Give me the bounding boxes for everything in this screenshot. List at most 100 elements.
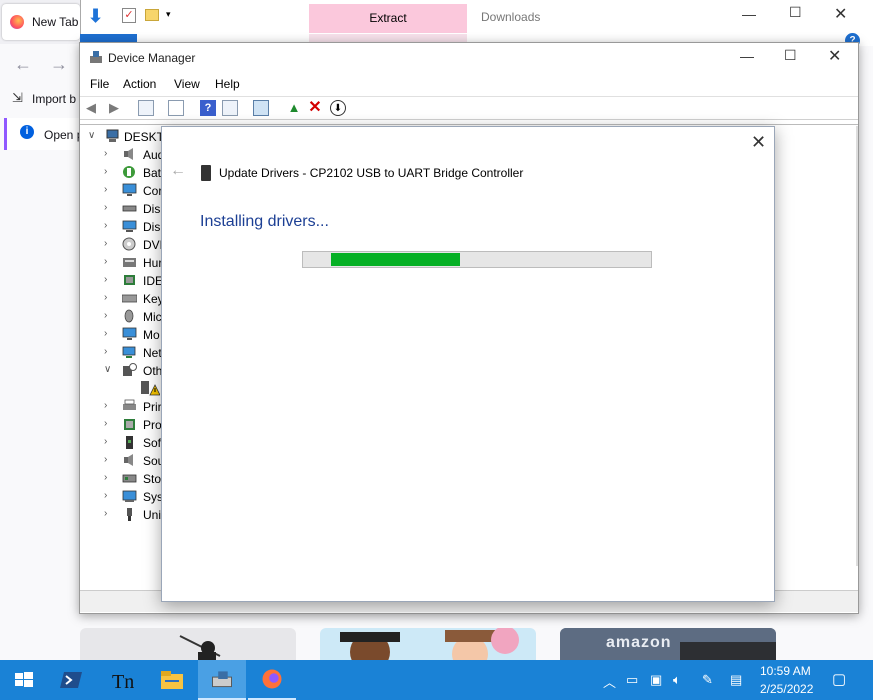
extract-context-tab[interactable]: Extract bbox=[309, 11, 467, 25]
tree-category-sou[interactable]: › Sou bbox=[88, 452, 164, 470]
tree-category-ide[interactable]: › IDE bbox=[88, 272, 163, 290]
download-arrow-icon[interactable]: ⬇ bbox=[88, 6, 103, 27]
new-folder-icon[interactable] bbox=[145, 9, 159, 21]
powershell-icon[interactable] bbox=[48, 660, 96, 700]
expand-arrow-icon[interactable]: › bbox=[104, 274, 107, 285]
menu-view[interactable]: View bbox=[174, 77, 200, 91]
device-manager-taskbar-icon[interactable] bbox=[198, 660, 246, 700]
file-explorer-icon[interactable] bbox=[148, 660, 196, 700]
clock-time[interactable]: 10:59 AM bbox=[760, 664, 811, 678]
installing-drivers-heading: Installing drivers... bbox=[200, 213, 329, 230]
hid-icon bbox=[123, 258, 136, 267]
expand-arrow-icon[interactable]: › bbox=[104, 472, 107, 483]
expand-arrow-icon[interactable]: › bbox=[104, 418, 107, 429]
expand-arrow-icon[interactable]: › bbox=[104, 328, 107, 339]
show-hidden-icons-chevron[interactable]: ︿ bbox=[603, 672, 616, 691]
tree-category-hur[interactable]: › Hur bbox=[88, 254, 163, 272]
menu-action[interactable]: Action bbox=[123, 77, 156, 91]
tree-category-oth[interactable]: ∨ Oth bbox=[88, 362, 163, 380]
list-view-icon[interactable] bbox=[168, 100, 184, 116]
browser-forward-icon[interactable]: → bbox=[50, 54, 68, 75]
unknown-device-warning-icon[interactable] bbox=[140, 380, 160, 396]
computer-monitor-icon[interactable] bbox=[253, 100, 269, 116]
update-driver-icon[interactable]: ▲ bbox=[286, 100, 302, 116]
expand-arrow-icon[interactable]: › bbox=[104, 310, 107, 321]
tree-category-disp[interactable]: › Disp bbox=[88, 218, 167, 236]
expand-arrow-icon[interactable]: › bbox=[104, 238, 107, 249]
tree-category-key[interactable]: › Key bbox=[88, 290, 164, 308]
device-manager-maximize-button[interactable]: ☐ bbox=[784, 47, 797, 64]
tree-category-label: Disl bbox=[143, 202, 163, 216]
text-editor-icon[interactable]: Tn bbox=[98, 660, 146, 700]
expand-arrow-icon[interactable]: › bbox=[104, 346, 107, 357]
explorer-close-button[interactable]: ✕ bbox=[834, 4, 847, 24]
tree-category-uni[interactable]: › Uni bbox=[88, 506, 163, 524]
expand-arrow-icon[interactable]: › bbox=[104, 256, 107, 267]
expand-arrow-icon[interactable]: › bbox=[104, 220, 107, 231]
story-card-2[interactable] bbox=[320, 628, 536, 660]
tree-category-sys[interactable]: › Sys bbox=[88, 488, 163, 506]
dialog-title: Update Drivers - CP2102 USB to UART Brid… bbox=[219, 166, 524, 180]
tree-category-sto[interactable]: › Sto bbox=[88, 470, 163, 488]
device-manager-close-button[interactable]: ✕ bbox=[828, 46, 841, 66]
dialog-back-arrow-icon[interactable]: ← bbox=[170, 162, 186, 180]
tree-root-computer[interactable]: ∨ DESKTO bbox=[88, 128, 173, 146]
expand-arrow-icon[interactable]: › bbox=[104, 490, 107, 501]
battery-power-icon[interactable]: ▭ bbox=[626, 672, 638, 688]
back-arrow-icon[interactable]: ◀ bbox=[83, 100, 99, 116]
tree-category-mic[interactable]: › Mic bbox=[88, 308, 163, 326]
tree-category-dvd[interactable]: › DVD bbox=[88, 236, 168, 254]
network-icon[interactable]: ▣ bbox=[650, 672, 662, 688]
browser-back-icon[interactable]: ← bbox=[14, 54, 32, 75]
expand-arrow-icon[interactable]: › bbox=[104, 436, 107, 447]
storage-controller-icon bbox=[122, 474, 137, 483]
view-resources-icon[interactable] bbox=[222, 100, 238, 116]
expand-arrow-icon[interactable]: › bbox=[104, 202, 107, 213]
quick-access-dropdown-icon[interactable]: ▾ bbox=[166, 9, 171, 20]
windows-start-icon[interactable] bbox=[0, 660, 48, 700]
collapse-arrow-icon[interactable]: ∨ bbox=[88, 130, 95, 141]
dialog-close-button[interactable]: ✕ bbox=[751, 132, 766, 153]
properties-check-icon[interactable]: ✓ bbox=[122, 8, 136, 23]
explorer-minimize-button[interactable]: — bbox=[742, 6, 756, 22]
device-manager-minimize-button[interactable]: — bbox=[740, 48, 754, 64]
help-book-icon[interactable]: ? bbox=[200, 100, 216, 116]
firefox-taskbar-icon[interactable] bbox=[248, 660, 296, 700]
import-bookmarks-link[interactable]: Import b bbox=[32, 92, 76, 106]
touch-keyboard-icon[interactable]: ▤ bbox=[730, 672, 742, 688]
device-tree-scrollbar[interactable] bbox=[856, 126, 858, 566]
expand-arrow-icon[interactable]: › bbox=[104, 454, 107, 465]
volume-icon[interactable]: 🔈︎ bbox=[673, 672, 681, 688]
story-card-1[interactable] bbox=[80, 628, 296, 660]
properties-icon[interactable] bbox=[138, 100, 154, 116]
tree-category-mo[interactable]: › Mo bbox=[88, 326, 163, 344]
expand-arrow-icon[interactable]: › bbox=[104, 400, 107, 411]
menu-help[interactable]: Help bbox=[215, 77, 240, 91]
expand-arrow-icon[interactable]: › bbox=[104, 184, 107, 195]
tree-category-bat[interactable]: › Bat bbox=[88, 164, 163, 182]
expand-arrow-icon[interactable]: › bbox=[104, 292, 107, 303]
scan-hardware-icon[interactable]: ⬇ bbox=[330, 100, 346, 116]
forward-arrow-icon[interactable]: ▶ bbox=[106, 100, 122, 116]
explorer-maximize-button[interactable]: ☐ bbox=[789, 4, 802, 21]
tree-category-prir[interactable]: › Prir bbox=[88, 398, 163, 416]
tree-category-cor[interactable]: › Cor bbox=[88, 182, 163, 200]
printer-icon bbox=[123, 399, 136, 410]
menu-file[interactable]: File bbox=[90, 77, 109, 91]
clock-date[interactable]: 2/25/2022 bbox=[760, 682, 813, 696]
tree-category-net[interactable]: › Net bbox=[88, 344, 163, 362]
tree-category-pro[interactable]: › Pro bbox=[88, 416, 163, 434]
uninstall-device-icon[interactable]: ✕ bbox=[307, 100, 323, 116]
expand-arrow-icon[interactable]: › bbox=[104, 148, 107, 159]
tree-category-aud[interactable]: › Aud bbox=[88, 146, 164, 164]
notification-center-icon[interactable]: ▢ bbox=[832, 670, 846, 688]
pen-icon[interactable]: ✎ bbox=[702, 672, 713, 688]
collapse-arrow-icon[interactable]: ∨ bbox=[104, 364, 111, 375]
notification-open-label[interactable]: Open p bbox=[44, 128, 83, 142]
expand-arrow-icon[interactable]: › bbox=[104, 166, 107, 177]
tree-category-sof[interactable]: › Sof bbox=[88, 434, 163, 452]
firefox-logo-icon bbox=[10, 15, 24, 29]
expand-arrow-icon[interactable]: › bbox=[104, 508, 107, 519]
other-devices-icon bbox=[123, 363, 137, 376]
tree-category-disl[interactable]: › Disl bbox=[88, 200, 163, 218]
